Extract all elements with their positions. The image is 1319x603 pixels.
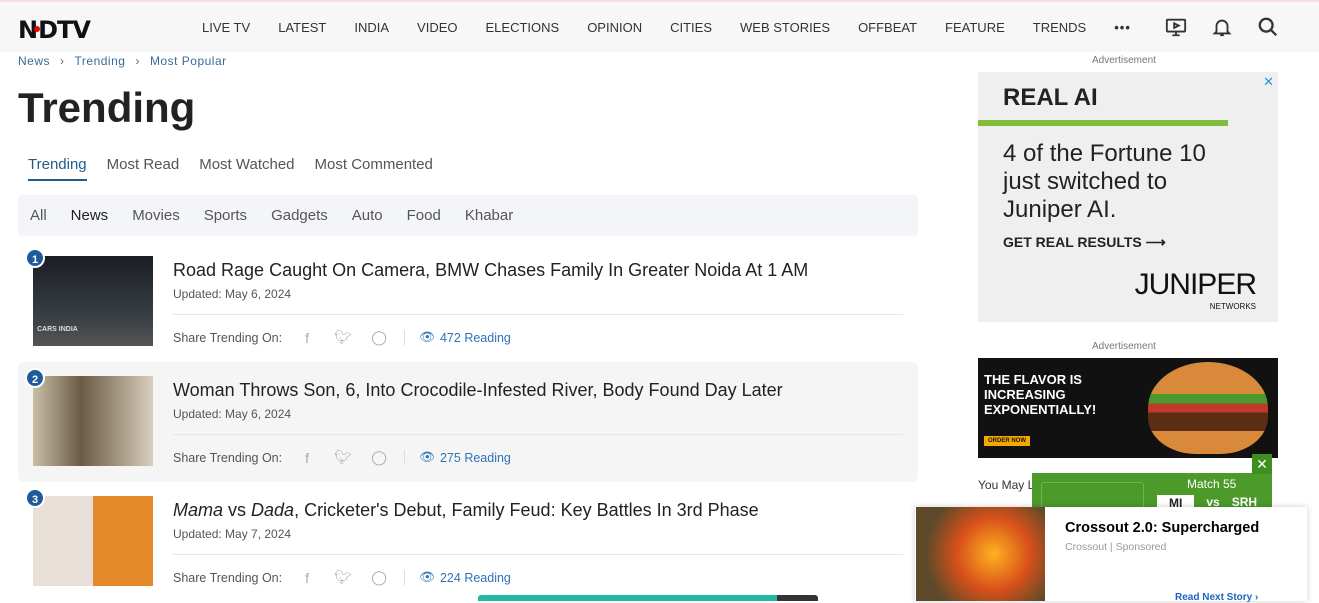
rank-badge: 3 bbox=[25, 488, 45, 508]
rank-badge: 1 bbox=[25, 248, 45, 268]
list-item: 1 CARS INDIA Road Rage Caught On Camera,… bbox=[18, 242, 918, 362]
reading-count: 224 Reading bbox=[439, 570, 511, 585]
nav-video[interactable]: VIDEO bbox=[417, 20, 457, 35]
order-now-button[interactable]: ORDER NOW bbox=[984, 436, 1030, 446]
facebook-icon[interactable]: f bbox=[296, 450, 318, 466]
nav-trends[interactable]: TRENDS bbox=[1033, 20, 1086, 35]
category-news[interactable]: News bbox=[71, 207, 109, 224]
more-menu-icon[interactable]: ••• bbox=[1114, 20, 1131, 35]
bottom-progress-bar bbox=[478, 595, 818, 601]
nav-live-tv[interactable]: LIVE TV bbox=[202, 20, 250, 35]
bell-icon[interactable] bbox=[1211, 16, 1233, 38]
list-item: 2 Woman Throws Son, 6, Into Crocodile-In… bbox=[18, 362, 918, 482]
article-title[interactable]: Woman Throws Son, 6, Into Crocodile-Infe… bbox=[173, 380, 783, 401]
reading-count: 275 Reading bbox=[439, 450, 511, 465]
juniper-ad[interactable]: ✕ REAL AI 4 of the Fortune 10 just switc… bbox=[978, 72, 1278, 322]
share-label: Share Trending On: bbox=[173, 450, 283, 465]
category-filter: All News Movies Sports Gadgets Auto Food… bbox=[18, 195, 918, 236]
article-date: Updated: May 6, 2024 bbox=[173, 287, 292, 301]
twitter-icon[interactable]: 🐦︎ bbox=[332, 329, 354, 346]
thumbnail-watermark: CARS INDIA bbox=[37, 326, 78, 333]
share-bar: Share Trending On: f 🐦︎ ◯ 👁︎ 472 Reading bbox=[173, 329, 511, 346]
list-item: 3 Mama vs Dada, Cricketer's Debut, Famil… bbox=[18, 482, 918, 602]
category-khabar[interactable]: Khabar bbox=[465, 207, 513, 224]
whatsapp-icon[interactable]: ◯ bbox=[368, 569, 390, 586]
tabs: Trending Most Read Most Watched Most Com… bbox=[18, 156, 443, 181]
article-date: Updated: May 7, 2024 bbox=[173, 527, 292, 541]
close-score-icon[interactable]: ✕ bbox=[1252, 454, 1272, 474]
ad-label: Advertisement bbox=[1092, 341, 1156, 352]
share-label: Share Trending On: bbox=[173, 330, 283, 345]
match-label: Match 55 bbox=[1187, 477, 1237, 491]
burger-image bbox=[1148, 362, 1268, 454]
sponsor-brand: Crossout bbox=[1065, 541, 1108, 553]
ndtv-logo[interactable]: NDTV bbox=[18, 16, 91, 44]
category-movies[interactable]: Movies bbox=[132, 207, 180, 224]
ad-heading: REAL AI bbox=[1003, 84, 1098, 111]
live-tv-icon[interactable] bbox=[1165, 16, 1187, 38]
article-thumbnail[interactable] bbox=[33, 376, 153, 466]
category-sports[interactable]: Sports bbox=[204, 207, 247, 224]
nav-latest[interactable]: LATEST bbox=[278, 20, 326, 35]
category-food[interactable]: Food bbox=[407, 207, 441, 224]
share-bar: Share Trending On: f 🐦︎ ◯ 👁︎ 275 Reading bbox=[173, 449, 511, 466]
reading-count: 472 Reading bbox=[439, 330, 511, 345]
ad-text: 4 of the Fortune 10 just switched to Jun… bbox=[1003, 140, 1206, 223]
tab-most-commented[interactable]: Most Commented bbox=[315, 156, 433, 181]
read-next-story-link[interactable]: Read Next Story › bbox=[1175, 592, 1258, 603]
article-date: Updated: May 6, 2024 bbox=[173, 407, 292, 421]
nav-elections[interactable]: ELECTIONS bbox=[486, 20, 560, 35]
article-thumbnail[interactable] bbox=[33, 496, 153, 586]
ad-label: Advertisement bbox=[1092, 55, 1156, 66]
nav-opinion[interactable]: OPINION bbox=[587, 20, 642, 35]
category-auto[interactable]: Auto bbox=[352, 207, 383, 224]
whatsapp-icon[interactable]: ◯ bbox=[368, 449, 390, 466]
eye-icon: 👁︎ bbox=[419, 330, 435, 344]
rank-badge: 2 bbox=[25, 368, 45, 388]
nav-india[interactable]: INDIA bbox=[354, 20, 389, 35]
close-ad-icon[interactable]: ✕ bbox=[1263, 74, 1274, 90]
chevron-right-icon: › bbox=[135, 54, 140, 68]
nav-offbeat[interactable]: OFFBEAT bbox=[858, 20, 917, 35]
search-icon[interactable] bbox=[1257, 16, 1279, 38]
sponsored-title[interactable]: Crossout 2.0: Supercharged bbox=[1065, 520, 1259, 536]
site-header: NDTV LIVE TV LATEST INDIA VIDEO ELECTION… bbox=[0, 2, 1319, 52]
nav-web-stories[interactable]: WEB STORIES bbox=[740, 20, 830, 35]
sponsored-popup[interactable]: Crossout 2.0: Supercharged Crossout | Sp… bbox=[915, 507, 1307, 603]
category-gadgets[interactable]: Gadgets bbox=[271, 207, 328, 224]
share-label: Share Trending On: bbox=[173, 570, 283, 585]
facebook-icon[interactable]: f bbox=[296, 570, 318, 586]
twitter-icon[interactable]: 🐦︎ bbox=[332, 449, 354, 466]
you-may-like-heading: You May L bbox=[978, 478, 1035, 492]
article-title[interactable]: Mama vs Dada, Cricketer's Debut, Family … bbox=[173, 500, 759, 521]
page-title: Trending bbox=[18, 84, 196, 131]
article-thumbnail[interactable]: CARS INDIA bbox=[33, 256, 153, 346]
breadcrumb-news[interactable]: News bbox=[18, 54, 50, 68]
share-bar: Share Trending On: f 🐦︎ ◯ 👁︎ 224 Reading bbox=[173, 569, 511, 586]
burger-ad[interactable]: THE FLAVOR IS INCREASING EXPONENTIALLY! … bbox=[978, 358, 1278, 458]
breadcrumb: News › Trending › Most Popular bbox=[18, 54, 227, 68]
category-all[interactable]: All bbox=[30, 207, 47, 224]
facebook-icon[interactable]: f bbox=[296, 330, 318, 346]
twitter-icon[interactable]: 🐦︎ bbox=[332, 569, 354, 586]
eye-icon: 👁︎ bbox=[419, 570, 435, 584]
nav-feature[interactable]: FEATURE bbox=[945, 20, 1005, 35]
tab-trending[interactable]: Trending bbox=[28, 156, 87, 181]
eye-icon: 👁︎ bbox=[419, 450, 435, 464]
ad-text: THE FLAVOR IS INCREASING EXPONENTIALLY! bbox=[984, 372, 1097, 417]
tab-most-read[interactable]: Most Read bbox=[107, 156, 180, 181]
sponsored-label: Sponsored bbox=[1115, 541, 1167, 553]
breadcrumb-most-popular[interactable]: Most Popular bbox=[150, 54, 227, 68]
nav-cities[interactable]: CITIES bbox=[670, 20, 712, 35]
ad-cta[interactable]: GET REAL RESULTS ⟶ bbox=[1003, 234, 1166, 251]
whatsapp-icon[interactable]: ◯ bbox=[368, 329, 390, 346]
sponsored-image bbox=[916, 507, 1045, 601]
juniper-logo: JUNIPER NETWORKS bbox=[1134, 268, 1257, 311]
article-title[interactable]: Road Rage Caught On Camera, BMW Chases F… bbox=[173, 260, 808, 281]
tab-most-watched[interactable]: Most Watched bbox=[199, 156, 294, 181]
chevron-right-icon: › bbox=[60, 54, 65, 68]
breadcrumb-trending[interactable]: Trending bbox=[75, 54, 126, 68]
main-nav: LIVE TV LATEST INDIA VIDEO ELECTIONS OPI… bbox=[188, 2, 1145, 52]
